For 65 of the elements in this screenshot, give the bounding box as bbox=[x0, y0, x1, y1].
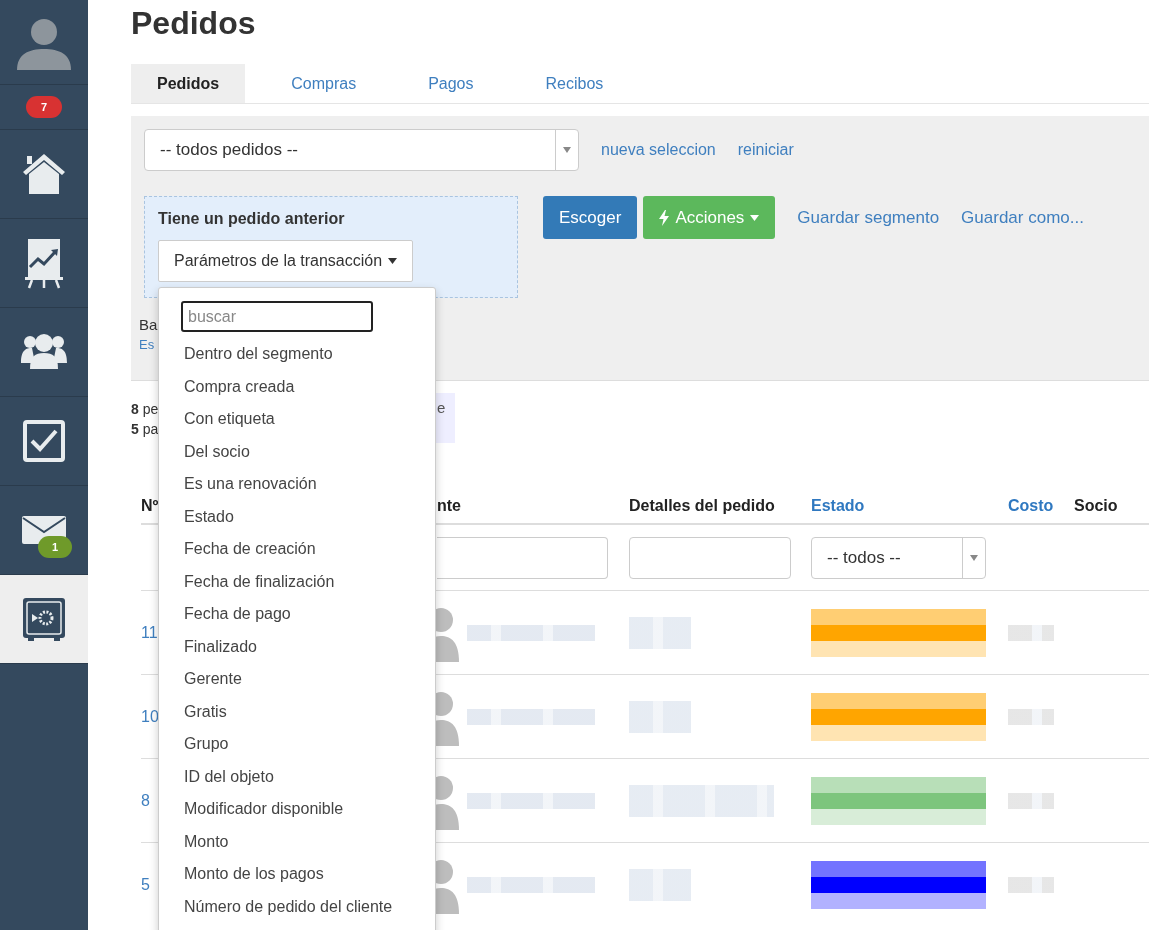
link[interactable]: Guardar segmento bbox=[797, 207, 940, 228]
page-title: Pedidos bbox=[131, 4, 257, 43]
notification-badge[interactable]: 7 bbox=[25, 96, 63, 118]
filter-input[interactable] bbox=[437, 536, 608, 579]
column-header: nte bbox=[437, 497, 461, 515]
column-header[interactable]: Estado bbox=[811, 497, 865, 515]
menu-item[interactable]: Grupo bbox=[181, 728, 435, 761]
parameters-dropdown-button[interactable]: Parámetros de la transacción bbox=[158, 240, 414, 282]
redacted-text bbox=[629, 700, 691, 733]
menu-item[interactable]: Fecha de creación bbox=[181, 533, 435, 566]
condition-title: Tiene un pedido anterior bbox=[158, 210, 346, 228]
search-field[interactable]: buscar bbox=[181, 301, 373, 332]
chart-board-icon[interactable] bbox=[24, 237, 64, 289]
order-number-link[interactable]: 5 bbox=[141, 875, 150, 894]
menu-item[interactable]: Dentro del segmento bbox=[181, 338, 435, 371]
filter-input[interactable] bbox=[629, 536, 791, 579]
order-number-link[interactable]: 11 bbox=[141, 623, 158, 642]
redacted-text bbox=[629, 616, 691, 649]
column-header: Nº bbox=[141, 497, 159, 515]
sidebar-item[interactable] bbox=[0, 575, 88, 664]
tab[interactable]: Pagos bbox=[402, 64, 500, 103]
order-number-link[interactable]: 10 bbox=[141, 707, 159, 726]
menu-item[interactable]: Gerente bbox=[181, 663, 435, 696]
redacted-text bbox=[629, 868, 691, 901]
column-header: Socio bbox=[1074, 497, 1118, 515]
caret-icon bbox=[970, 554, 978, 561]
menu-item[interactable]: Fecha de pago bbox=[181, 598, 435, 631]
checkbox-icon[interactable] bbox=[23, 420, 65, 462]
menu-item[interactable]: Finalizado bbox=[181, 630, 435, 663]
count-badge: 1 bbox=[38, 536, 73, 558]
link[interactable]: nueva seleccion bbox=[601, 141, 716, 159]
column-header[interactable]: Costo bbox=[1008, 497, 1054, 515]
menu-item[interactable]: Gratis bbox=[181, 695, 435, 728]
people-icon[interactable] bbox=[21, 333, 67, 371]
summary-text: 8 pe bbox=[131, 400, 160, 419]
bolt-icon bbox=[659, 209, 670, 226]
status-select[interactable]: -- todos -- bbox=[811, 536, 986, 579]
tab[interactable]: Compras bbox=[265, 64, 383, 103]
link[interactable]: reiniciar bbox=[737, 141, 794, 159]
menu-item[interactable]: ID del objeto bbox=[181, 760, 435, 793]
redacted-text bbox=[1008, 792, 1054, 809]
menu-item[interactable]: Es una renovación bbox=[181, 468, 435, 501]
menu-item[interactable]: Monto bbox=[181, 825, 435, 858]
menu-item[interactable]: Monto de los pagos bbox=[181, 858, 435, 891]
redacted-text bbox=[1008, 876, 1054, 893]
tab[interactable]: Pedidos bbox=[131, 64, 246, 103]
menu-item[interactable]: Fecha de finalización bbox=[181, 565, 435, 598]
order-number-link[interactable]: 8 bbox=[141, 791, 150, 810]
redacted-text bbox=[1008, 708, 1054, 725]
caret-icon bbox=[750, 214, 760, 221]
caret-icon bbox=[563, 147, 571, 153]
menu-item[interactable]: Número de pedido del cliente bbox=[181, 890, 435, 923]
tab[interactable]: Recibos bbox=[519, 64, 630, 103]
link[interactable]: Guardar como... bbox=[961, 207, 1084, 228]
redacted-text bbox=[1008, 624, 1054, 641]
caret-icon bbox=[388, 258, 398, 264]
column-header: Detalles del pedido bbox=[629, 497, 775, 515]
safe-icon[interactable] bbox=[22, 597, 66, 641]
segment-select[interactable]: -- todos pedidos -- bbox=[144, 129, 579, 171]
label: Ba bbox=[139, 316, 158, 333]
menu-item[interactable]: Modificador disponible bbox=[181, 793, 435, 826]
choose-button[interactable]: Escoger bbox=[543, 196, 638, 239]
home-icon[interactable] bbox=[21, 152, 67, 196]
summary-text: 5 pa bbox=[131, 420, 160, 439]
menu-item[interactable]: Estado bbox=[181, 500, 435, 533]
